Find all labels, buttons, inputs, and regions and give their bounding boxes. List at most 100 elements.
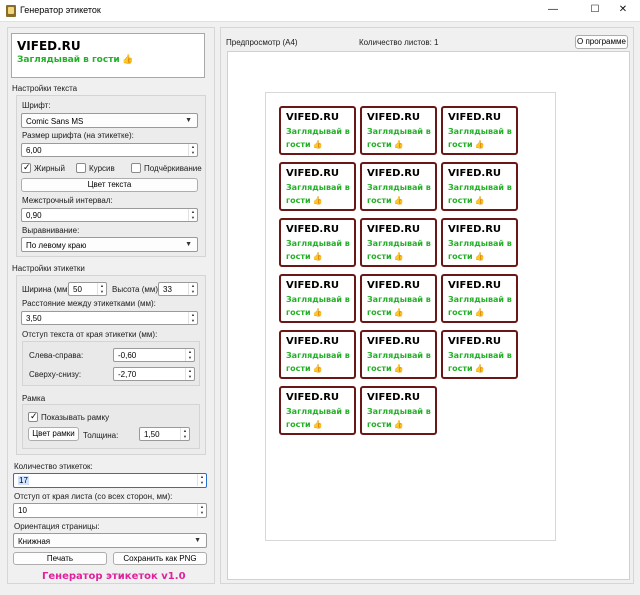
card-greeting: Заглядывай в	[448, 127, 512, 136]
save-png-button[interactable]: Сохранить как PNG	[113, 552, 207, 565]
font-size-value: 6,00	[26, 146, 42, 155]
card-greeting-end: гости 👍	[286, 364, 323, 373]
card-greeting-end: гости 👍	[286, 252, 323, 261]
a4-page: VIFED.RU Заглядывай в гости 👍 VIFED.RU Загля…	[265, 92, 556, 541]
spin-arrows-icon[interactable]	[97, 283, 106, 295]
lr-indent-spinbox[interactable]: -0,60	[113, 348, 195, 362]
font-size-spinbox[interactable]: 6,00	[21, 143, 198, 157]
count-spinbox[interactable]: 17	[13, 473, 207, 488]
logo-preview: VIFED.RU Заглядывай в гости 👍	[11, 33, 205, 78]
label-preview-card: VIFED.RU Заглядывай в гости 👍	[441, 330, 518, 379]
window-title: Генератор этикеток	[20, 5, 101, 15]
spin-arrows-icon[interactable]	[197, 474, 206, 486]
thickness-value: 1,50	[144, 430, 160, 439]
card-greeting-word: гости	[367, 196, 392, 205]
thumbs-up-icon: 👍	[393, 308, 404, 317]
label-preview-card: VIFED.RU Заглядывай в гости 👍	[279, 386, 356, 435]
card-title: VIFED.RU	[448, 280, 502, 291]
thumbs-up-icon: 👍	[474, 196, 485, 205]
spin-arrows-icon[interactable]	[180, 428, 189, 440]
thumbs-up-icon: 👍	[312, 364, 323, 373]
spacing-label: Расстояние между этикетками (мм):	[22, 299, 156, 308]
card-greeting: Заглядывай в	[367, 183, 431, 192]
spin-arrows-icon[interactable]	[185, 368, 194, 380]
card-greeting-word: гости	[448, 196, 473, 205]
line-spacing-spinbox[interactable]: 0,90	[21, 208, 198, 222]
spin-arrows-icon[interactable]	[188, 209, 197, 221]
card-greeting: Заглядывай в	[286, 183, 350, 192]
width-spinbox[interactable]: 50	[68, 282, 107, 296]
card-greeting-end: гости 👍	[448, 308, 485, 317]
card-greeting-word: гости	[286, 140, 311, 149]
card-title: VIFED.RU	[367, 280, 421, 291]
card-title: VIFED.RU	[286, 392, 340, 403]
underline-checkbox[interactable]	[131, 163, 141, 173]
print-button[interactable]: Печать	[13, 552, 107, 565]
card-title: VIFED.RU	[448, 168, 502, 179]
tb-indent-spinbox[interactable]: -2,70	[113, 367, 195, 381]
card-greeting-end: гости 👍	[286, 420, 323, 429]
card-greeting-word: гости	[367, 308, 392, 317]
bold-label: Жирный	[34, 164, 65, 173]
card-title: VIFED.RU	[448, 336, 502, 347]
label-preview-card: VIFED.RU Заглядывай в гости 👍	[441, 274, 518, 323]
card-greeting-word: гости	[367, 420, 392, 429]
font-label: Шрифт:	[22, 101, 51, 110]
spin-arrows-icon[interactable]	[188, 283, 197, 295]
card-title: VIFED.RU	[367, 112, 421, 123]
width-label: Ширина (мм):	[22, 285, 73, 294]
align-select[interactable]: По левому краю ▼	[21, 237, 198, 252]
card-greeting-word: гости	[367, 252, 392, 261]
sheet-count: Количество листов: 1	[359, 38, 439, 47]
label-preview-card: VIFED.RU Заглядывай в гости 👍	[279, 162, 356, 211]
thumbs-up-icon: 👍	[474, 140, 485, 149]
card-greeting: Заглядывай в	[286, 127, 350, 136]
card-greeting-word: гости	[286, 364, 311, 373]
card-greeting: Заглядывай в	[367, 239, 431, 248]
app-footer-title: Генератор этикеток v1.0	[42, 571, 186, 582]
close-button[interactable]: ✕	[606, 0, 640, 20]
card-greeting-end: гости 👍	[448, 252, 485, 261]
font-select[interactable]: Comic Sans MS ▼	[21, 113, 198, 128]
spin-arrows-icon[interactable]	[197, 504, 206, 516]
card-greeting-end: гости 👍	[286, 196, 323, 205]
underline-label: Подчёркивание	[144, 164, 202, 173]
card-greeting: Заглядывай в	[448, 239, 512, 248]
spin-arrows-icon[interactable]	[188, 312, 197, 324]
thickness-spinbox[interactable]: 1,50	[139, 427, 190, 441]
margin-spinbox[interactable]: 10	[13, 503, 207, 518]
card-greeting: Заглядывай в	[286, 239, 350, 248]
line-spacing-label: Межстрочный интервал:	[22, 196, 113, 205]
spin-arrows-icon[interactable]	[188, 144, 197, 156]
tb-indent-label: Сверху-снизу:	[29, 370, 82, 379]
margin-value: 10	[18, 506, 27, 515]
align-value: По левому краю	[26, 241, 87, 250]
spin-arrows-icon[interactable]	[185, 349, 194, 361]
about-button[interactable]: О программе	[575, 35, 628, 49]
orientation-select[interactable]: Книжная ▼	[13, 533, 207, 548]
label-preview-card: VIFED.RU Заглядывай в гости 👍	[279, 330, 356, 379]
text-color-button[interactable]: Цвет текста	[21, 178, 198, 192]
label-settings-title: Настройки этикетки	[12, 264, 85, 273]
lr-indent-value: -0,60	[118, 351, 137, 360]
bold-checkbox[interactable]	[21, 162, 31, 173]
count-value: 17	[18, 476, 29, 485]
spacing-spinbox[interactable]: 3,50	[21, 311, 198, 325]
chevron-down-icon: ▼	[185, 241, 192, 248]
height-spinbox[interactable]: 33	[158, 282, 198, 296]
card-greeting: Заглядывай в	[448, 351, 512, 360]
thumbs-up-icon: 👍	[312, 196, 323, 205]
label-preview-card: VIFED.RU Заглядывай в гости 👍	[360, 330, 437, 379]
card-greeting: Заглядывай в	[286, 407, 350, 416]
thumbs-up-icon: 👍	[393, 364, 404, 373]
frame-color-button[interactable]: Цвет рамки	[28, 427, 79, 441]
card-greeting-word: гости	[448, 308, 473, 317]
card-title: VIFED.RU	[448, 112, 502, 123]
minimize-button[interactable]: —	[536, 0, 570, 20]
chevron-down-icon: ▼	[194, 537, 201, 544]
card-greeting-end: гости 👍	[367, 364, 404, 373]
card-greeting: Заглядывай в	[367, 407, 431, 416]
italic-checkbox[interactable]	[76, 163, 86, 173]
show-frame-checkbox[interactable]	[28, 411, 38, 422]
card-greeting-end: гости 👍	[367, 420, 404, 429]
